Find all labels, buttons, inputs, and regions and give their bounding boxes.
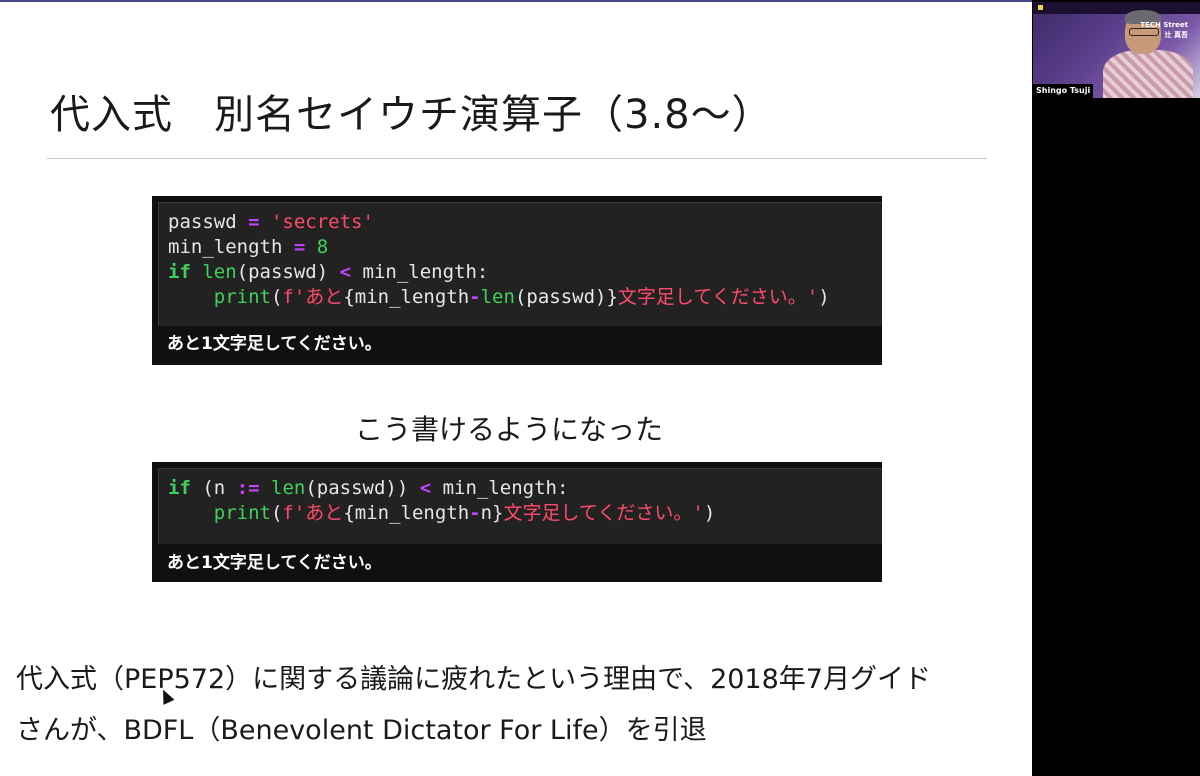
code-2-line: print(f'あと{min_length-n}文字足してください。') (168, 501, 882, 526)
code-token: (passwd)} (514, 286, 618, 308)
presentation-slide: 代入式 別名セイウチ演算子（3.8〜） passwd = 'secrets' mi… (0, 0, 1032, 776)
code-token: 8 (316, 236, 329, 258)
code-token: ( (270, 286, 283, 308)
slide-title: 代入式 別名セイウチ演算子（3.8〜） (50, 92, 773, 138)
code-token: len (202, 261, 237, 283)
brand-speaker: 辻 真吾 (1164, 31, 1188, 39)
code-token: ) (703, 502, 716, 524)
code-1-line: min_length = 8 (168, 235, 882, 260)
code-token: (passwd)) (305, 477, 420, 499)
brand-name: TECH Street (1140, 21, 1188, 29)
video-brand: TECH Street 辻 真吾 (1140, 20, 1188, 40)
code-token: {min_length (343, 502, 470, 524)
code-token: = (248, 211, 260, 233)
code-token: 'secrets' (270, 211, 374, 233)
video-header-bar (1033, 2, 1200, 14)
code-1-line: print(f'あと{min_length-len(passwd)}文字足してく… (168, 285, 882, 310)
code-token: len (271, 477, 306, 499)
code-cell-1: passwd = 'secrets' min_length = 8 if len(p… (152, 196, 882, 365)
code-token: print (213, 502, 271, 524)
code-token: n} (480, 502, 504, 524)
code-cell-2: if (n := len(passwd)) < min_length: prin… (152, 462, 882, 582)
slide-caption: こう書けるようになった (355, 413, 664, 446)
code-1-line: if len(passwd) < min_length: (168, 260, 882, 285)
window-top-border (0, 0, 1032, 2)
code-token: len (480, 286, 515, 308)
code-token: < (419, 477, 432, 499)
code-token: passwd (168, 211, 249, 233)
title-divider (47, 158, 987, 159)
code-token: 文字足してください。' (503, 502, 704, 524)
code-token: (passwd) (236, 261, 340, 283)
speaker-name-tag: Shingo Tsuji (1033, 84, 1094, 98)
code-token: if (168, 477, 191, 499)
code-token: print (213, 286, 271, 308)
speaker-video-feed: TECH Street 辻 真吾 Shingo Tsuji (1033, 2, 1200, 98)
code-token: min_length: (351, 261, 489, 283)
speaker-body (1103, 50, 1193, 98)
code-token: ( (270, 502, 283, 524)
code-token: (n (190, 477, 237, 499)
code-output-2: あと1文字足してください。 (167, 553, 382, 573)
code-1-line: passwd = 'secrets' (168, 210, 882, 235)
code-token: min_length: (431, 477, 569, 499)
code-token: {min_length (343, 286, 470, 308)
code-input-1: passwd = 'secrets' min_length = 8 if len(p… (158, 202, 882, 326)
code-token: 文字足してください。' (617, 286, 819, 308)
code-token: := (236, 477, 260, 499)
paragraph-line-2: さんが、BDFL（Benevolent Dictator For Life）を引… (16, 715, 707, 746)
code-2-line: if (n := len(passwd)) < min_length: (168, 476, 882, 501)
paragraph-line-1: 代入式（PEP572）に関する議論に疲れたという理由で、2018年7月グイド (16, 664, 931, 695)
code-input-2: if (n := len(passwd)) < min_length: prin… (158, 468, 882, 544)
code-token: min_length (168, 236, 294, 258)
code-token: f'あと (282, 286, 344, 308)
code-token: f'あと (282, 502, 344, 524)
code-token: - (469, 286, 481, 308)
code-token: = (293, 236, 306, 258)
code-output-1: あと1文字足してください。 (167, 334, 382, 354)
code-token: ) (818, 286, 830, 308)
code-token: if (168, 261, 191, 283)
code-token: < (339, 261, 352, 283)
logo-icon (1038, 5, 1043, 10)
code-token: - (469, 502, 481, 524)
